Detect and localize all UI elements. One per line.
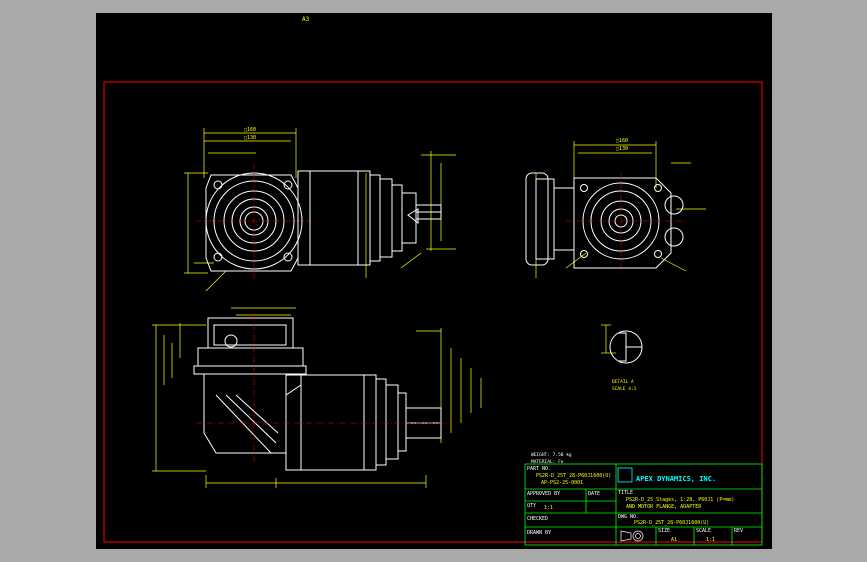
size-value: A1 — [671, 537, 677, 543]
detail-scale: SCALE 4:1 — [612, 386, 637, 392]
projection-symbol-icon — [620, 530, 644, 542]
company-name: APEX DYNAMICS, INC. — [636, 475, 716, 483]
checked-label: CHECKED — [527, 516, 548, 522]
cad-drawing: A3 □160 □130 □160 □130 WEIGHT: 7.50 kg M… — [103, 16, 763, 546]
qty-label: QTY — [527, 503, 536, 509]
title-block: APEX DYNAMICS, INC. PART NO. PS2R-D_25T_… — [524, 463, 763, 546]
rev-label: REV — [734, 528, 743, 534]
drawn-label: DRAWN BY — [527, 530, 551, 536]
part-no-label: PART NO. — [527, 466, 551, 472]
side-dim-b: □130 — [616, 146, 628, 152]
weight-note: WEIGHT: 7.50 kg — [531, 452, 572, 458]
front-view: □160 □130 — [184, 127, 456, 292]
approved-label: APPROVED BY — [527, 491, 560, 497]
dim-label-b: □130 — [244, 135, 256, 141]
dwg-no-value: PS2R-D_25T_28-P60J1600(U) — [634, 520, 709, 526]
scale-label: SCALE — [696, 528, 711, 534]
company-logo-icon — [617, 467, 633, 483]
side-view: □160 □130 — [525, 138, 706, 278]
part-no-value-2: AP-PS2-25-0001 — [541, 480, 583, 486]
title-label: TITLE — [618, 490, 633, 496]
dim-label-a: □160 — [244, 127, 256, 133]
title-line-1: PS2R-D_25 Stages, 1:28, P60J1 (P=mm) — [626, 497, 734, 503]
drawing-border — [103, 81, 763, 543]
section-view: WEIGHT: 7.50 kg MATERIAL: Fe — [152, 307, 572, 488]
scale-value: 1:1 — [706, 537, 715, 543]
drawing-sheet: A3 □160 □130 □160 □130 WEIGHT: 7.50 kg M… — [96, 13, 772, 549]
side-dim-a: □160 — [616, 138, 628, 144]
part-no-value: PS2R-D_25T_28-P60J1600(U) — [536, 473, 611, 479]
title-line-2: AND MOTOR FLANGE, ADAPTER — [626, 504, 702, 510]
qty-value: 1:1 — [544, 505, 553, 511]
size-label: SIZE — [658, 528, 670, 534]
detail-label: DETAIL A — [612, 379, 634, 385]
sheet-size-mark: A3 — [302, 16, 310, 23]
date-label: DATE — [588, 491, 600, 497]
detail-a: DETAIL A SCALE 4:1 — [601, 324, 643, 392]
